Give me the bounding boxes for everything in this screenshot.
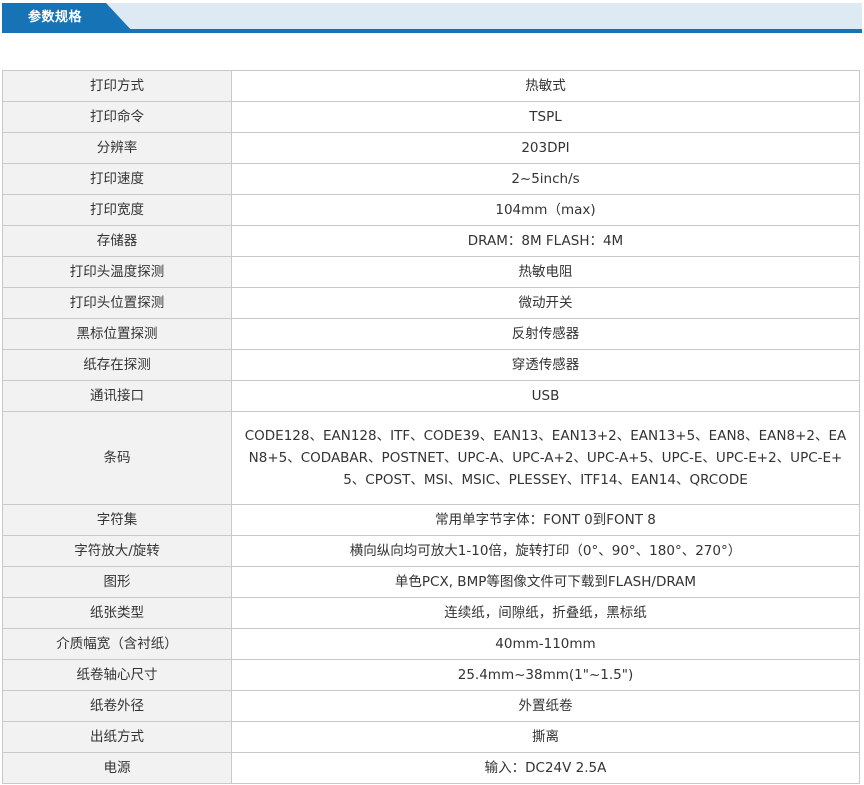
table-row: 打印头温度探测 热敏电阻 [2, 256, 860, 288]
table-row: 纸存在探测 穿透传感器 [2, 349, 860, 381]
spec-value: 撕离 [231, 721, 860, 753]
spec-value: 2~5inch/s [231, 163, 860, 195]
spec-value: USB [231, 380, 860, 412]
table-row: 通讯接口 USB [2, 380, 860, 412]
spec-label: 打印命令 [2, 101, 232, 133]
spec-label: 通讯接口 [2, 380, 232, 412]
spec-value: 微动开关 [231, 287, 860, 319]
spec-value: DRAM：8M FLASH：4M [231, 225, 860, 257]
table-row: 字符集 常用单字节字体：FONT 0到FONT 8 [2, 504, 860, 536]
spec-value: 穿透传感器 [231, 349, 860, 381]
spec-label: 打印头位置探测 [2, 287, 232, 319]
spec-label: 打印方式 [2, 70, 232, 102]
spec-label: 打印头温度探测 [2, 256, 232, 288]
table-row: 分辨率 203DPI [2, 132, 860, 164]
table-row: 电源 输入：DC24V 2.5A [2, 752, 860, 784]
table-row: 打印方式 热敏式 [2, 70, 860, 102]
spec-label: 纸卷轴心尺寸 [2, 659, 232, 691]
spec-value: 单色PCX, BMP等图像文件可下载到FLASH/DRAM [231, 566, 860, 598]
table-row: 打印命令 TSPL [2, 101, 860, 133]
table-row: 条码 CODE128、EAN128、ITF、CODE39、EAN13、EAN13+… [2, 411, 860, 505]
spec-label: 字符集 [2, 504, 232, 536]
spec-value: 输入：DC24V 2.5A [231, 752, 860, 784]
spec-value: 连续纸，间隙纸，折叠纸，黑标纸 [231, 597, 860, 629]
spec-label: 纸张类型 [2, 597, 232, 629]
table-row: 打印速度 2~5inch/s [2, 163, 860, 195]
spec-label: 纸卷外径 [2, 690, 232, 722]
spec-label: 分辨率 [2, 132, 232, 164]
spec-value: 25.4mm~38mm(1"~1.5") [231, 659, 860, 691]
spec-value: 40mm-110mm [231, 628, 860, 660]
spec-value: 104mm（max) [231, 194, 860, 226]
spec-label: 黑标位置探测 [2, 318, 232, 350]
section-header: 参数规格 [2, 3, 862, 33]
spec-label: 条码 [2, 411, 232, 505]
table-row: 纸卷外径 外置纸卷 [2, 690, 860, 722]
spec-label: 打印速度 [2, 163, 232, 195]
spec-label: 存储器 [2, 225, 232, 257]
table-row: 出纸方式 撕离 [2, 721, 860, 753]
table-row: 介质幅宽（含衬纸） 40mm-110mm [2, 628, 860, 660]
spec-value: 热敏式 [231, 70, 860, 102]
spec-value: CODE128、EAN128、ITF、CODE39、EAN13、EAN13+2、… [231, 411, 860, 505]
spec-label: 打印宽度 [2, 194, 232, 226]
spec-value: 常用单字节字体：FONT 0到FONT 8 [231, 504, 860, 536]
spec-value: 外置纸卷 [231, 690, 860, 722]
spec-label: 电源 [2, 752, 232, 784]
spec-value: 热敏电阻 [231, 256, 860, 288]
table-row: 打印头位置探测 微动开关 [2, 287, 860, 319]
table-row: 黑标位置探测 反射传感器 [2, 318, 860, 350]
spec-value: 横向纵向均可放大1-10倍，旋转打印（0°、90°、180°、270°） [231, 535, 860, 567]
spec-value: 203DPI [231, 132, 860, 164]
table-row: 纸卷轴心尺寸 25.4mm~38mm(1"~1.5") [2, 659, 860, 691]
spec-label: 介质幅宽（含衬纸） [2, 628, 232, 660]
table-row: 字符放大/旋转 横向纵向均可放大1-10倍，旋转打印（0°、90°、180°、27… [2, 535, 860, 567]
spec-label: 纸存在探测 [2, 349, 232, 381]
table-row: 存储器 DRAM：8M FLASH：4M [2, 225, 860, 257]
spec-table: 打印方式 热敏式 打印命令 TSPL 分辨率 203DPI 打印速度 2~5inch/s… [2, 70, 860, 784]
table-row: 打印宽度 104mm（max) [2, 194, 860, 226]
table-row: 图形 单色PCX, BMP等图像文件可下载到FLASH/DRAM [2, 566, 860, 598]
table-row: 纸张类型 连续纸，间隙纸，折叠纸，黑标纸 [2, 597, 860, 629]
spec-value: TSPL [231, 101, 860, 133]
spec-label: 图形 [2, 566, 232, 598]
spec-value: 反射传感器 [231, 318, 860, 350]
spec-label: 字符放大/旋转 [2, 535, 232, 567]
section-title: 参数规格 [28, 10, 83, 25]
spec-label: 出纸方式 [2, 721, 232, 753]
